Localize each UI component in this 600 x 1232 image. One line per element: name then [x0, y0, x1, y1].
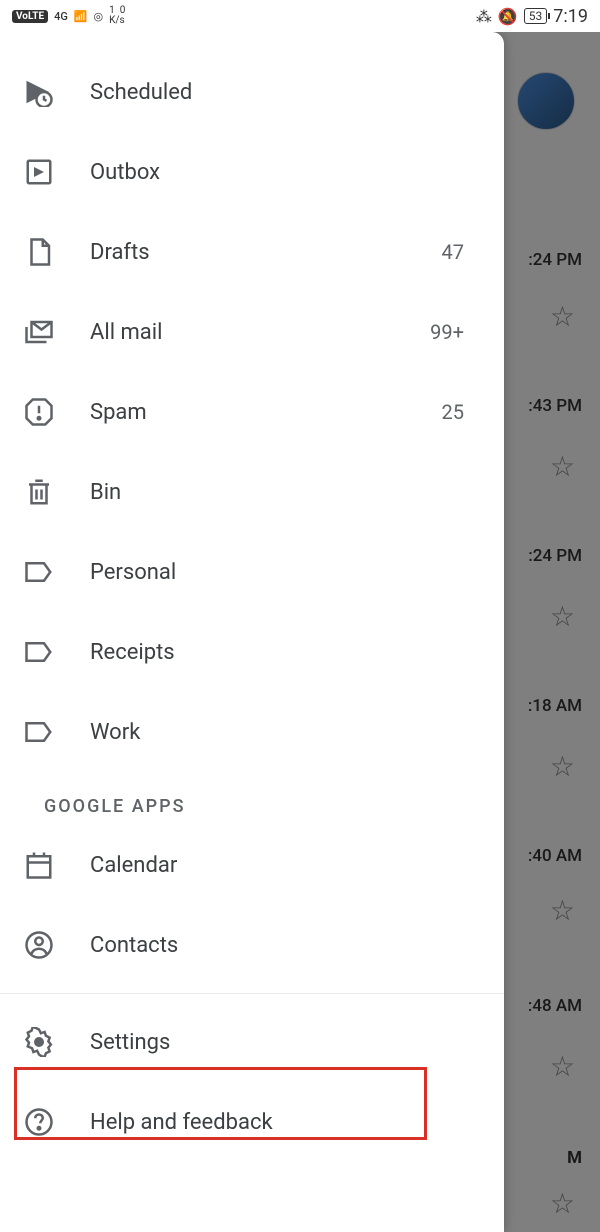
navigation-drawer: Sent Scheduled Outbox Drafts 47 All mail… [0, 32, 504, 1232]
drawer-count: 99+ [430, 320, 480, 344]
contacts-icon [24, 930, 54, 960]
volte-badge: VoLTE [12, 10, 48, 23]
battery-indicator: 53 [524, 8, 548, 24]
drawer-count: 47 [442, 240, 480, 264]
drawer-label: Settings [90, 1030, 480, 1055]
calendar-icon [24, 850, 54, 880]
bluetooth-icon: ⁂ [476, 7, 492, 26]
sidebar-item-outbox[interactable]: Outbox [0, 132, 504, 212]
drawer-label: Bin [90, 480, 480, 505]
drawer-label: Scheduled [90, 80, 480, 105]
speed-indicator: 1 0 K/s [109, 6, 125, 26]
spam-icon [24, 397, 54, 427]
sidebar-item-receipts[interactable]: Receipts [0, 612, 504, 692]
scheduled-icon [24, 77, 54, 107]
drawer-label: Personal [90, 560, 480, 585]
help-icon [24, 1107, 54, 1137]
drawer-label: Receipts [90, 640, 480, 665]
drawer-label: Calendar [90, 853, 480, 878]
sidebar-item-bin[interactable]: Bin [0, 452, 504, 532]
sidebar-item-sent[interactable]: Sent [0, 32, 504, 52]
sidebar-item-all-mail[interactable]: All mail 99+ [0, 292, 504, 372]
drawer-label: Work [90, 720, 480, 745]
sidebar-item-drafts[interactable]: Drafts 47 [0, 212, 504, 292]
divider [0, 993, 504, 994]
sidebar-item-help[interactable]: Help and feedback [0, 1082, 504, 1162]
section-header-google-apps: GOOGLE APPS [0, 772, 504, 825]
status-left: VoLTE 4G 📶 ◎ 1 0 K/s [12, 6, 125, 26]
sidebar-item-work[interactable]: Work [0, 692, 504, 772]
hotspot-icon: ◎ [94, 10, 104, 23]
sent-icon [24, 32, 54, 34]
sidebar-item-personal[interactable]: Personal [0, 532, 504, 612]
sidebar-item-contacts[interactable]: Contacts [0, 905, 504, 985]
sidebar-item-spam[interactable]: Spam 25 [0, 372, 504, 452]
sidebar-item-scheduled[interactable]: Scheduled [0, 52, 504, 132]
label-icon [24, 717, 54, 747]
clock: 7:19 [553, 6, 588, 27]
all-mail-icon [24, 317, 54, 347]
bin-icon [24, 477, 54, 507]
drawer-label: Outbox [90, 160, 480, 185]
label-icon [24, 557, 54, 587]
outbox-icon [24, 157, 54, 187]
drawer-count: 25 [442, 400, 480, 424]
sidebar-item-settings[interactable]: Settings [0, 1002, 504, 1082]
drafts-icon [24, 237, 54, 267]
drawer-label: Drafts [90, 240, 406, 265]
drawer-label: Spam [90, 400, 406, 425]
settings-icon [24, 1027, 54, 1057]
drawer-label: Sent [90, 32, 428, 34]
drawer-label: All mail [90, 320, 394, 345]
label-icon [24, 637, 54, 667]
status-right: ⁂ 🔕 53 7:19 [476, 6, 588, 27]
signal-icon: 📶 [74, 10, 88, 23]
sidebar-item-calendar[interactable]: Calendar [0, 825, 504, 905]
drawer-label: Contacts [90, 933, 480, 958]
drawer-label: Help and feedback [90, 1110, 480, 1135]
status-bar: VoLTE 4G 📶 ◎ 1 0 K/s ⁂ 🔕 53 7:19 [0, 0, 600, 32]
dnd-icon: 🔕 [498, 7, 518, 26]
network-indicator: 4G [54, 10, 68, 23]
